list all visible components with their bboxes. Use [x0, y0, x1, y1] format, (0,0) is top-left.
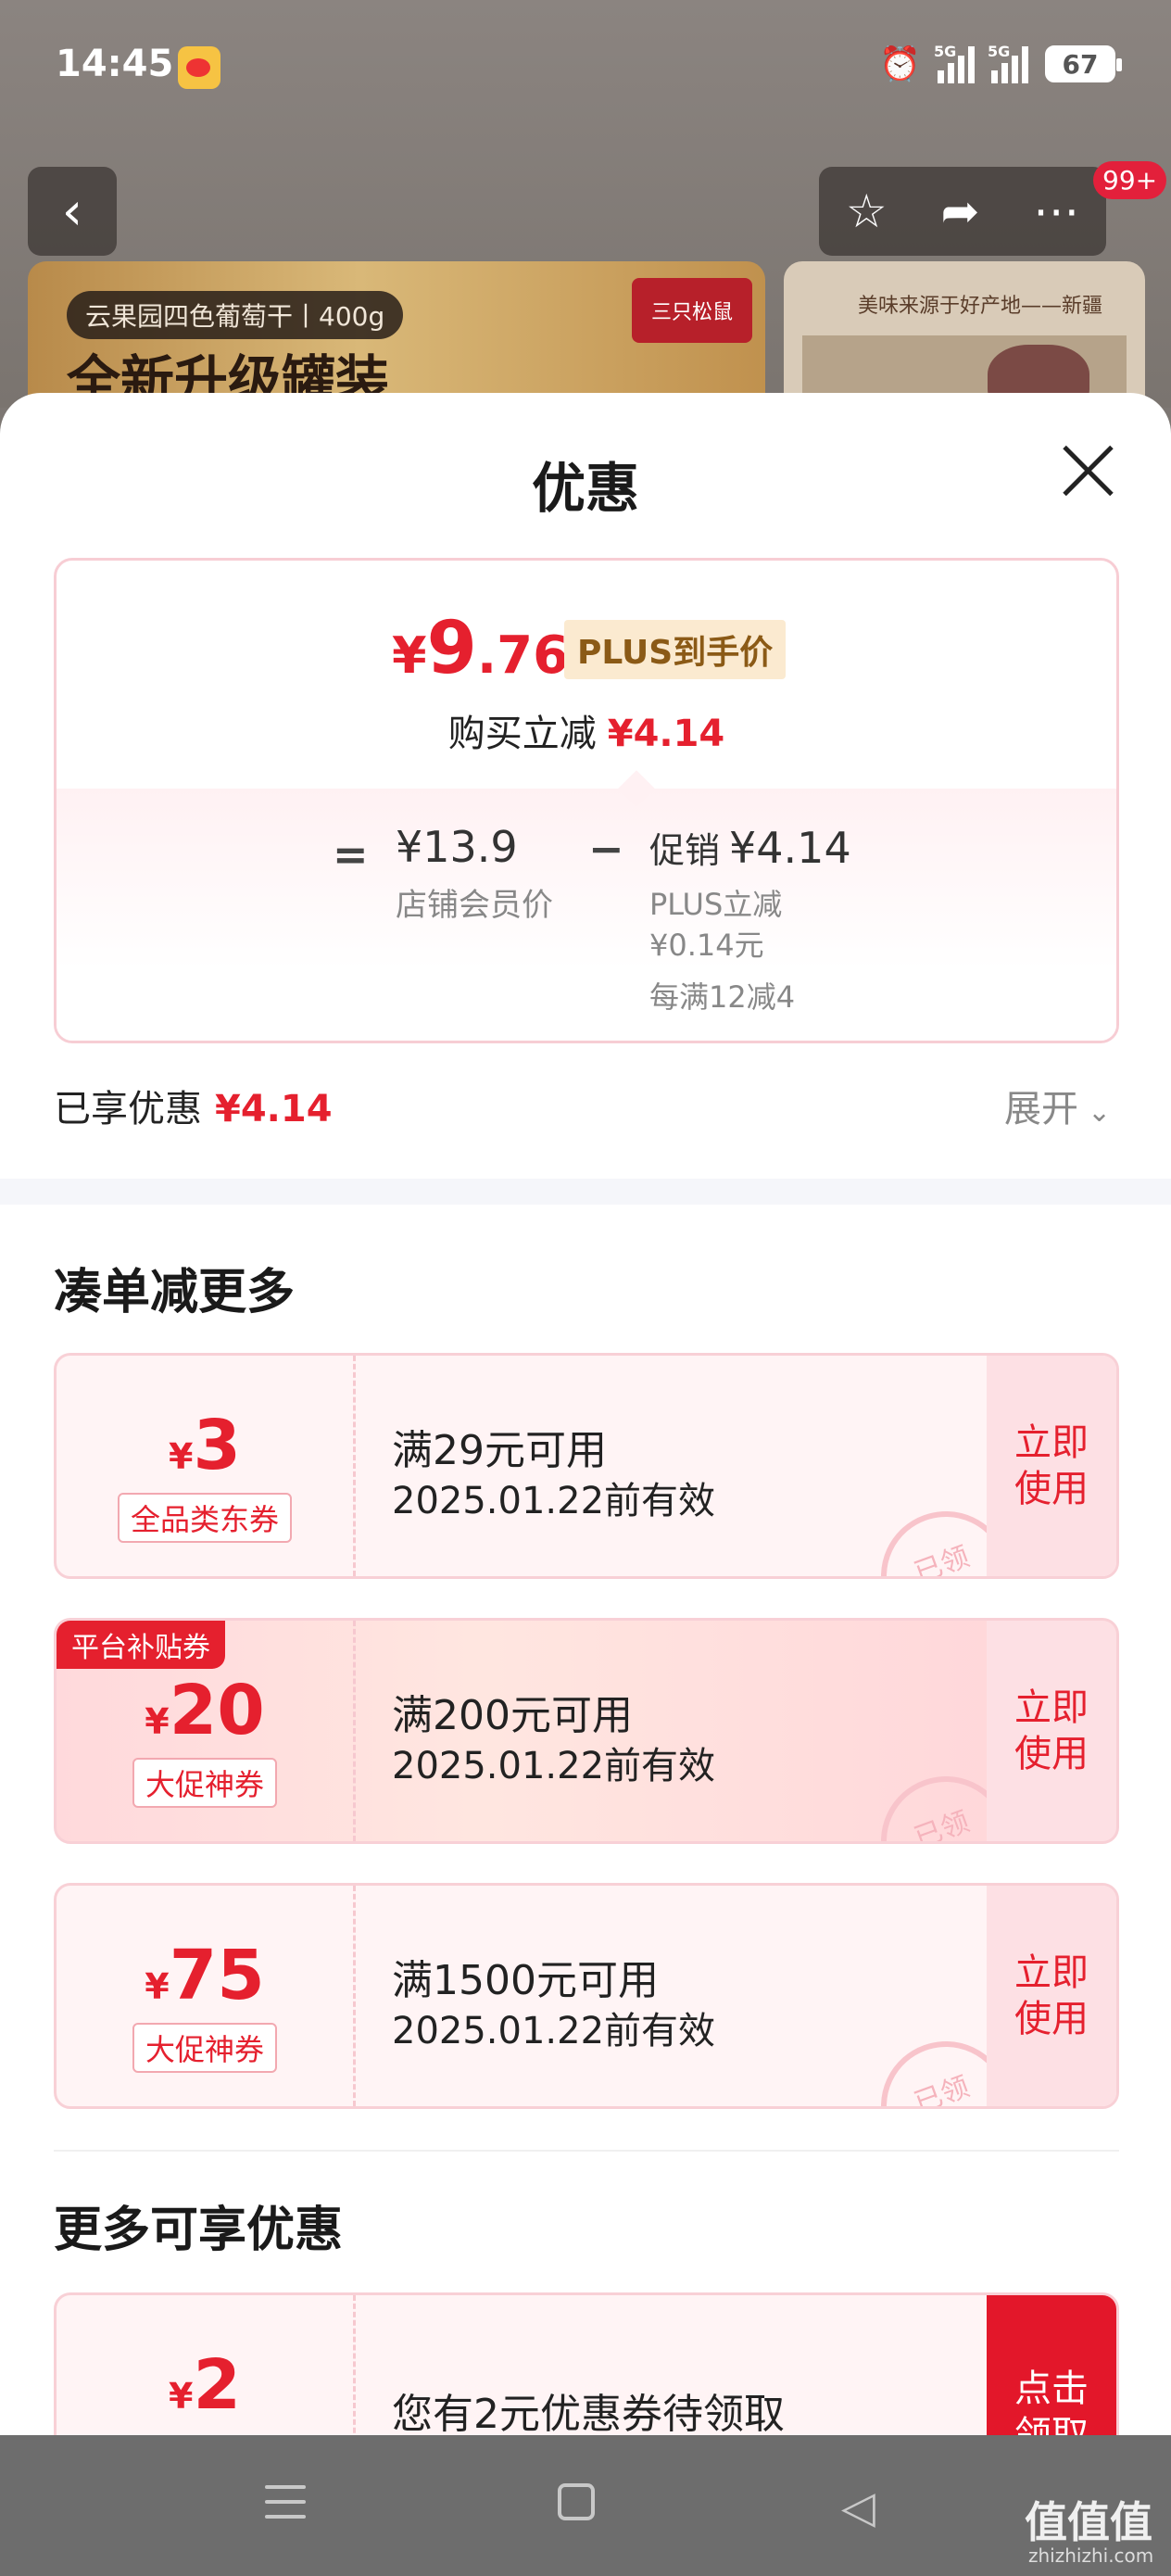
favorite-star-icon[interactable]: ☆ — [846, 184, 888, 238]
coupon-separator — [353, 1886, 356, 2106]
brand-logo: 三只松鼠 — [632, 278, 752, 343]
promo-rule: 每满12减4 — [649, 979, 796, 1015]
coupon-separator — [353, 2295, 356, 2435]
coupon-amount: ¥2 — [169, 2345, 241, 2425]
coupon-amount: ¥20 — [145, 1671, 265, 1750]
more-icon[interactable]: ⋯ — [1033, 184, 1079, 238]
reduce-amount: ¥4.14 — [607, 713, 725, 755]
discount-sheet: 优惠 ¥9.76 PLUS到手价 购买立减 ¥4.14 = ¥13.9 店铺会员价… — [0, 393, 1171, 2435]
promo-label: 促销 — [649, 830, 721, 871]
coupon-expiry: 2025.01.22前有效 — [392, 1745, 716, 1787]
price-summary-top: ¥9.76 PLUS到手价 购买立减 ¥4.14 — [57, 561, 1116, 789]
equals-sign: = — [333, 829, 369, 879]
status-time: 14:45 — [56, 43, 174, 85]
section-title-more-offers: 更多可享优惠 — [54, 2203, 344, 2258]
promo-amount: ¥4.14 — [729, 823, 851, 873]
final-price: ¥9.76 — [392, 607, 570, 690]
coupon-condition: 满29元可用 — [392, 1427, 607, 1474]
enjoyed-amount: ¥4.14 — [215, 1088, 333, 1130]
reduce-line: 购买立减 ¥4.14 — [57, 703, 1116, 757]
coupon-card: ¥20 大促神券 平台补贴券 满200元可用 2025.01.22前有效 已领 … — [54, 1618, 1119, 1844]
coupon-value-area: ¥3 全品类东券 — [57, 1356, 353, 1576]
coupon-amount: ¥75 — [145, 1936, 265, 2015]
system-nav-bar: ◁ — [0, 2435, 1171, 2576]
reduce-label: 购买立减 — [447, 713, 597, 755]
share-icon[interactable]: ➦ — [940, 184, 979, 238]
coupon-type: 全品类东券 — [117, 1493, 293, 1543]
use-now-button[interactable]: 立即 使用 — [987, 1356, 1116, 1576]
battery-indicator: 67 — [1045, 45, 1122, 82]
home-icon[interactable] — [558, 2483, 595, 2520]
claim-button[interactable]: 点击 领取 — [987, 2295, 1116, 2435]
plus-reduce-amount: ¥0.14元 — [649, 928, 764, 963]
member-price-label: 店铺会员价 — [396, 887, 553, 924]
coupon-value-area: ¥75 大促神券 — [57, 1886, 353, 2106]
coupon-expiry: 2025.01.22前有效 — [392, 1480, 716, 1522]
member-price: ¥13.9 — [396, 822, 518, 872]
enjoyed-discount: 已享优惠 ¥4.14 — [54, 1079, 333, 1132]
expand-toggle[interactable]: 展开 ⌄ — [1004, 1079, 1111, 1132]
watermark-url: zhizhizhi.com — [1028, 2544, 1154, 2567]
expand-label: 展开 — [1004, 1088, 1078, 1130]
enjoyed-label: 已享优惠 — [54, 1088, 202, 1130]
promo-line: 促销 ¥4.14 — [649, 822, 851, 873]
close-icon[interactable] — [1060, 443, 1115, 499]
plus-reduce-label: PLUS立减 — [649, 887, 783, 922]
signal-icon-1: 5G — [934, 43, 975, 83]
minus-sign: − — [588, 824, 624, 874]
coupon-card: ¥75 大促神券 满1500元可用 2025.01.22前有效 已领 立即 使用 — [54, 1883, 1119, 2109]
signal-icon-2: 5G — [988, 43, 1028, 83]
product-pill: 云果园四色葡萄干丨400g — [67, 291, 404, 339]
platform-subsidy-tag: 平台补贴券 — [57, 1621, 225, 1669]
coupon-pending-text: 您有2元优惠券待领取 — [392, 2391, 785, 2435]
plus-price-tag: PLUS到手价 — [564, 620, 787, 679]
section-title-more-savings: 凑单减更多 — [54, 1265, 296, 1320]
price-summary-box: ¥9.76 PLUS到手价 购买立减 ¥4.14 = ¥13.9 店铺会员价 − … — [54, 558, 1119, 1043]
watermark-logo: 值值值 — [1025, 2497, 1152, 2547]
back-button[interactable]: ‹ — [28, 167, 117, 256]
coupon-expiry: 2025.01.22前有效 — [392, 2010, 716, 2052]
coupon-card-unclaimed: ¥2 您有2元优惠券待领取 点击 领取 — [54, 2292, 1119, 2435]
weibo-icon — [178, 46, 220, 89]
coupon-separator — [353, 1356, 356, 1576]
coupon-separator — [353, 1621, 356, 1841]
coupon-amount: ¥3 — [169, 1406, 241, 1485]
status-bar: 14:45 ⏰ 5G 5G 67 — [0, 0, 1171, 139]
coupon-condition: 满200元可用 — [392, 1692, 633, 1739]
use-now-button[interactable]: 立即 使用 — [987, 1886, 1116, 2106]
status-icons: ⏰ 5G 5G 67 — [879, 43, 1122, 83]
menu-icon[interactable] — [265, 2485, 306, 2522]
chevron-down-icon: ⌄ — [1088, 1096, 1112, 1129]
coupon-value-area: ¥2 — [57, 2295, 353, 2435]
coupon-type: 大促神券 — [132, 2023, 278, 2073]
section-divider — [0, 1179, 1171, 1205]
top-actions: ☆ ➦ ⋯ — [819, 167, 1106, 256]
side-banner-text: 美味来源于好产地——新疆 — [858, 295, 1103, 318]
alarm-icon: ⏰ — [879, 45, 921, 83]
coupon-card: ¥3 全品类东券 满29元可用 2025.01.22前有效 已领 立即 使用 — [54, 1353, 1119, 1579]
use-now-button[interactable]: 立即 使用 — [987, 1621, 1116, 1841]
price-breakdown: = ¥13.9 店铺会员价 − 促销 ¥4.14 PLUS立减 ¥0.14元 每满… — [57, 789, 1116, 1041]
sheet-title: 优惠 — [531, 457, 639, 520]
coupon-condition: 满1500元可用 — [392, 1957, 659, 2004]
divider — [54, 2150, 1119, 2152]
back-triangle-icon[interactable]: ◁ — [841, 2481, 875, 2533]
message-badge: 99+ — [1093, 161, 1167, 199]
coupon-type: 大促神券 — [132, 1758, 278, 1808]
